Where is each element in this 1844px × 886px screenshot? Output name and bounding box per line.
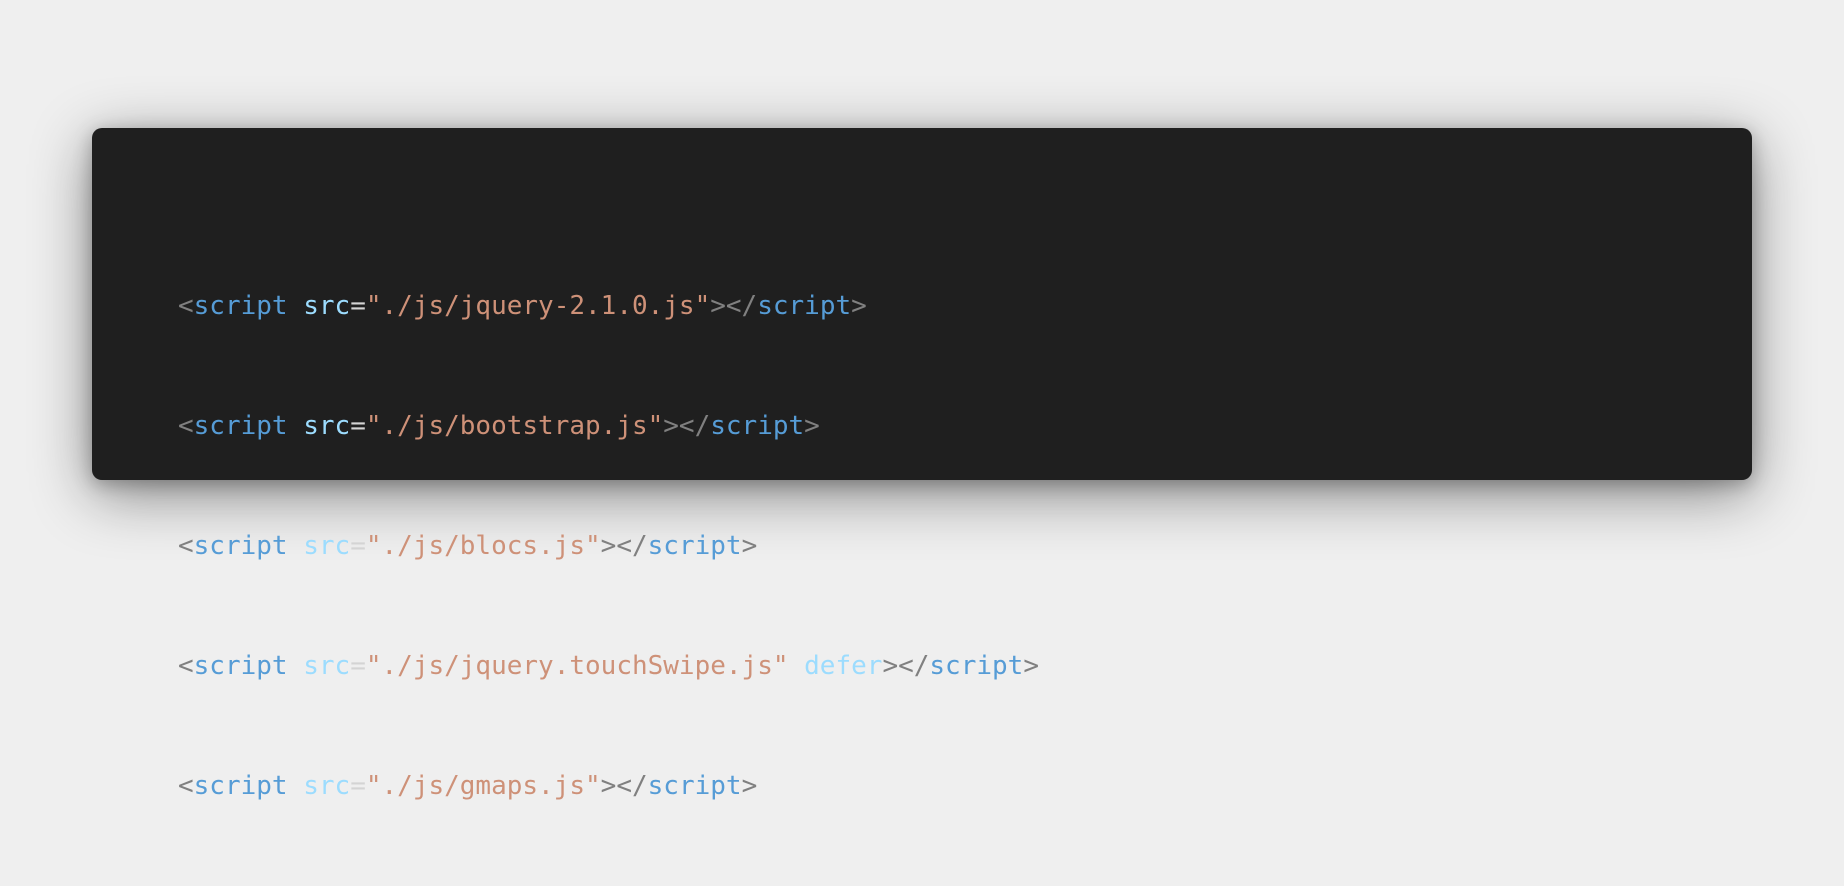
code-line: <script src="./js/bootstrap.js"></script…: [178, 406, 1039, 446]
end-bracket: >: [1023, 651, 1039, 681]
equals-sign: =: [350, 531, 366, 561]
tag-name: script: [193, 291, 288, 321]
attribute-value: "./js/jquery.touchSwipe.js": [365, 651, 789, 681]
attribute-name: src: [303, 531, 351, 561]
code-line: <script src="./js/gmaps.js"></script>: [178, 766, 1039, 806]
code-line: <script src="./js/blocs.js"></script>: [178, 526, 1039, 566]
equals-sign: =: [350, 411, 366, 441]
open-bracket: <: [178, 651, 194, 681]
open-bracket: <: [178, 291, 194, 321]
open-bracket: <: [178, 771, 194, 801]
defer-attribute: defer: [804, 651, 883, 681]
open-bracket: <: [178, 411, 194, 441]
attribute-name: src: [303, 651, 351, 681]
tag-name: script: [193, 651, 288, 681]
end-bracket: >: [741, 531, 758, 561]
closing-tag-name: script: [757, 291, 852, 321]
close-bracket: ></: [600, 531, 648, 561]
code-snippet-card: <script src="./js/jquery-2.1.0.js"></scr…: [92, 128, 1752, 801]
equals-sign: =: [350, 771, 366, 801]
close-bracket: ></: [663, 411, 711, 441]
closing-tag-name: script: [929, 651, 1024, 681]
equals-sign: =: [350, 291, 366, 321]
end-bracket: >: [804, 411, 820, 441]
attribute-name: src: [303, 291, 351, 321]
close-bracket: ></: [710, 291, 758, 321]
attribute-value: "./js/bootstrap.js": [365, 411, 664, 441]
attribute-value: "./js/blocs.js": [365, 531, 601, 561]
code-block: <script src="./js/jquery-2.1.0.js"></scr…: [178, 206, 1039, 886]
attribute-value: "./js/jquery-2.1.0.js": [365, 291, 711, 321]
closing-tag-name: script: [647, 771, 742, 801]
close-bracket: ></: [600, 771, 648, 801]
open-bracket: <: [178, 531, 194, 561]
closing-tag-name: script: [647, 531, 742, 561]
tag-name: script: [193, 531, 288, 561]
equals-sign: =: [350, 651, 366, 681]
end-bracket: >: [741, 771, 758, 801]
tag-name: script: [193, 771, 288, 801]
code-line: <script src="./js/jquery-2.1.0.js"></scr…: [178, 286, 1039, 326]
attribute-name: src: [303, 771, 351, 801]
attribute-value: "./js/gmaps.js": [365, 771, 601, 801]
closing-tag-name: script: [710, 411, 805, 441]
end-bracket: >: [851, 291, 867, 321]
close-bracket: ></: [882, 651, 930, 681]
attribute-name: src: [303, 411, 351, 441]
code-line: <script src="./js/jquery.touchSwipe.js" …: [178, 646, 1039, 686]
tag-name: script: [193, 411, 288, 441]
